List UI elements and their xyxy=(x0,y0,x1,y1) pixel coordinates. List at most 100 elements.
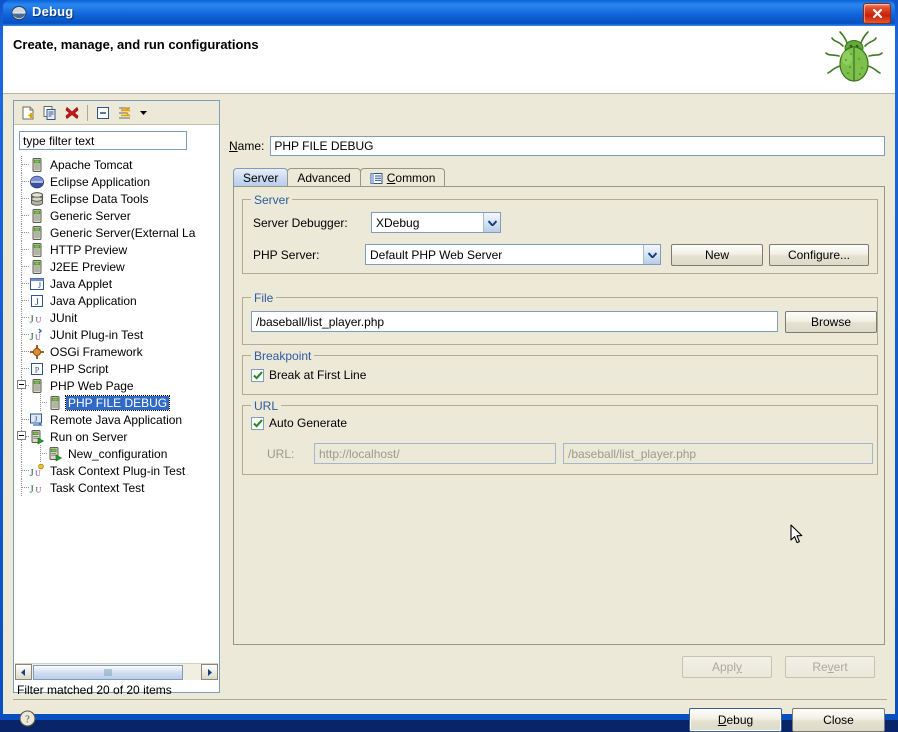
scrollbar-track[interactable] xyxy=(184,664,201,680)
tree-item[interactable]: J U JUnit Plug-in Test xyxy=(15,326,218,343)
help-question-icon[interactable]: ? xyxy=(19,710,36,727)
close-window-button[interactable] xyxy=(863,3,891,24)
checkbox-checked-icon xyxy=(251,368,264,382)
tree-item[interactable]: J U Task Context Plug-in Test xyxy=(15,462,218,479)
php-server-label: PHP Server: xyxy=(253,248,320,262)
tree-item-label: Generic Server(External La xyxy=(50,225,196,240)
tree-item[interactable]: Generic Server xyxy=(15,207,218,224)
name-row: Name: xyxy=(229,136,885,156)
url-path-input[interactable]: /baseball/list_player.php xyxy=(563,443,873,464)
chevron-down-icon[interactable] xyxy=(483,213,500,232)
configuration-editor-panel: Name: Server Advanced Common Server Server… xyxy=(227,100,887,693)
tree-item[interactable]: Apache Tomcat xyxy=(15,156,218,173)
tree-item-label: Java Applet xyxy=(50,276,113,291)
tree-item[interactable]: HTTP Preview xyxy=(15,241,218,258)
tab-server[interactable]: Server xyxy=(233,168,289,187)
collapse-all-button[interactable] xyxy=(92,103,114,123)
svg-text:J: J xyxy=(30,313,35,325)
break-at-first-line-checkbox[interactable]: Break at First Line xyxy=(251,368,366,382)
tree-item-selected[interactable]: PHP FILE DEBUG xyxy=(15,394,218,411)
red-x-delete-icon[interactable] xyxy=(61,103,83,123)
eclipse-sphere-icon xyxy=(29,174,45,190)
tree-item[interactable]: J Java Applet xyxy=(15,275,218,292)
apply-button[interactable]: Apply xyxy=(682,656,772,678)
tree-item-label: Java Application xyxy=(50,293,137,308)
filter-icon[interactable] xyxy=(114,103,136,123)
name-label: Name: xyxy=(229,139,265,153)
server-group: Server Server Debugger: XDebug PHP Serve… xyxy=(242,193,878,274)
filter-input-wrapper xyxy=(19,131,187,150)
tree-collapse-toggle[interactable] xyxy=(17,431,26,440)
tree-guide-dots xyxy=(22,351,29,352)
auto-generate-label: Auto Generate xyxy=(269,416,348,430)
window-title: Debug xyxy=(32,4,74,19)
tree-item-label: Remote Java Application xyxy=(50,412,183,427)
tab-advanced[interactable]: Advanced xyxy=(287,168,361,187)
common-list-icon xyxy=(370,172,383,185)
auto-generate-checkbox[interactable]: Auto Generate xyxy=(251,416,347,430)
tree-item[interactable]: Eclipse Application xyxy=(15,173,218,190)
page-title: Create, manage, and run configurations xyxy=(13,37,259,52)
server-tab-panel: Server Server Debugger: XDebug PHP Serve… xyxy=(233,186,885,645)
breakpoint-group-label: Breakpoint xyxy=(251,349,315,363)
server-debugger-label: Server Debugger: xyxy=(253,216,348,230)
server-icon xyxy=(29,225,45,241)
tree-item[interactable]: OSGi Framework xyxy=(15,343,218,360)
scroll-right-icon[interactable] xyxy=(201,664,218,680)
scrollbar-thumb[interactable] xyxy=(33,664,183,680)
browse-file-button[interactable]: Browse xyxy=(785,311,877,333)
svg-text:J: J xyxy=(30,331,35,343)
dialog-client-area: Create, manage, and run configurations t… xyxy=(3,26,895,732)
tree-item[interactable]: Run on Server xyxy=(15,428,218,445)
debug-button-label: Debug xyxy=(717,713,754,727)
tab-common[interactable]: Common xyxy=(359,168,446,187)
configuration-name-input[interactable] xyxy=(270,136,885,156)
file-path-input[interactable]: /baseball/list_player.php xyxy=(251,311,778,332)
search-input[interactable] xyxy=(19,131,187,150)
tree-item[interactable]: J U Task Context Test xyxy=(15,479,218,496)
new-server-button[interactable]: New xyxy=(671,244,763,266)
tree-horizontal-scrollbar[interactable] xyxy=(15,663,218,680)
footer-buttons: Debug Close xyxy=(689,708,885,732)
apply-revert-row: Apply Revert xyxy=(233,656,885,680)
server-debugger-select[interactable]: XDebug xyxy=(371,212,501,233)
tree-item[interactable]: J Remote Java Application xyxy=(15,411,218,428)
database-icon xyxy=(29,191,45,207)
tree-item[interactable]: J U JUnit xyxy=(15,309,218,326)
debug-button[interactable]: Debug xyxy=(689,708,782,732)
url-base-input[interactable]: http://localhost/ xyxy=(314,443,556,464)
tree-guide-dots xyxy=(22,317,29,318)
server-icon xyxy=(29,208,45,224)
tree-item[interactable]: Eclipse Data Tools xyxy=(15,190,218,207)
php-server-select[interactable]: Default PHP Web Server xyxy=(365,244,661,265)
php-server-value: Default PHP Web Server xyxy=(370,247,503,262)
tree-item[interactable]: PHP Web Page xyxy=(15,377,218,394)
launch-configuration-tree[interactable]: Apache Tomcat Eclipse Application Eclipse … xyxy=(15,156,218,663)
remote-java-icon: J xyxy=(29,412,45,428)
revert-button[interactable]: Revert xyxy=(785,656,875,678)
tree-item[interactable]: J Java Application xyxy=(15,292,218,309)
tree-item[interactable]: P PHP Script xyxy=(15,360,218,377)
configure-server-button[interactable]: Configure... xyxy=(769,244,869,266)
scroll-left-icon[interactable] xyxy=(15,664,32,680)
tree-guide-line xyxy=(40,394,41,411)
tree-guide-line xyxy=(21,445,22,462)
tree-guide-dots xyxy=(22,283,29,284)
tree-item-label: PHP Script xyxy=(50,361,109,376)
tree-guide-dots xyxy=(22,181,29,182)
tree-item[interactable]: Generic Server(External La xyxy=(15,224,218,241)
tree-collapse-toggle[interactable] xyxy=(17,380,26,389)
chevron-down-icon[interactable] xyxy=(136,103,150,123)
green-bug-icon xyxy=(821,28,887,90)
filter-status-text: Filter matched 20 of 20 items xyxy=(17,683,172,697)
footer-separator xyxy=(13,699,887,700)
tree-item[interactable]: J2EE Preview xyxy=(15,258,218,275)
tree-item[interactable]: New_configuration xyxy=(15,445,218,462)
duplicate-launch-configuration-button[interactable] xyxy=(39,103,61,123)
php-script-icon: P xyxy=(29,361,45,377)
close-button[interactable]: Close xyxy=(792,708,885,732)
chevron-down-icon[interactable] xyxy=(643,245,660,264)
tree-guide-dots xyxy=(22,470,29,471)
server-debugger-value: XDebug xyxy=(376,215,420,230)
new-launch-configuration-button[interactable] xyxy=(17,103,39,123)
